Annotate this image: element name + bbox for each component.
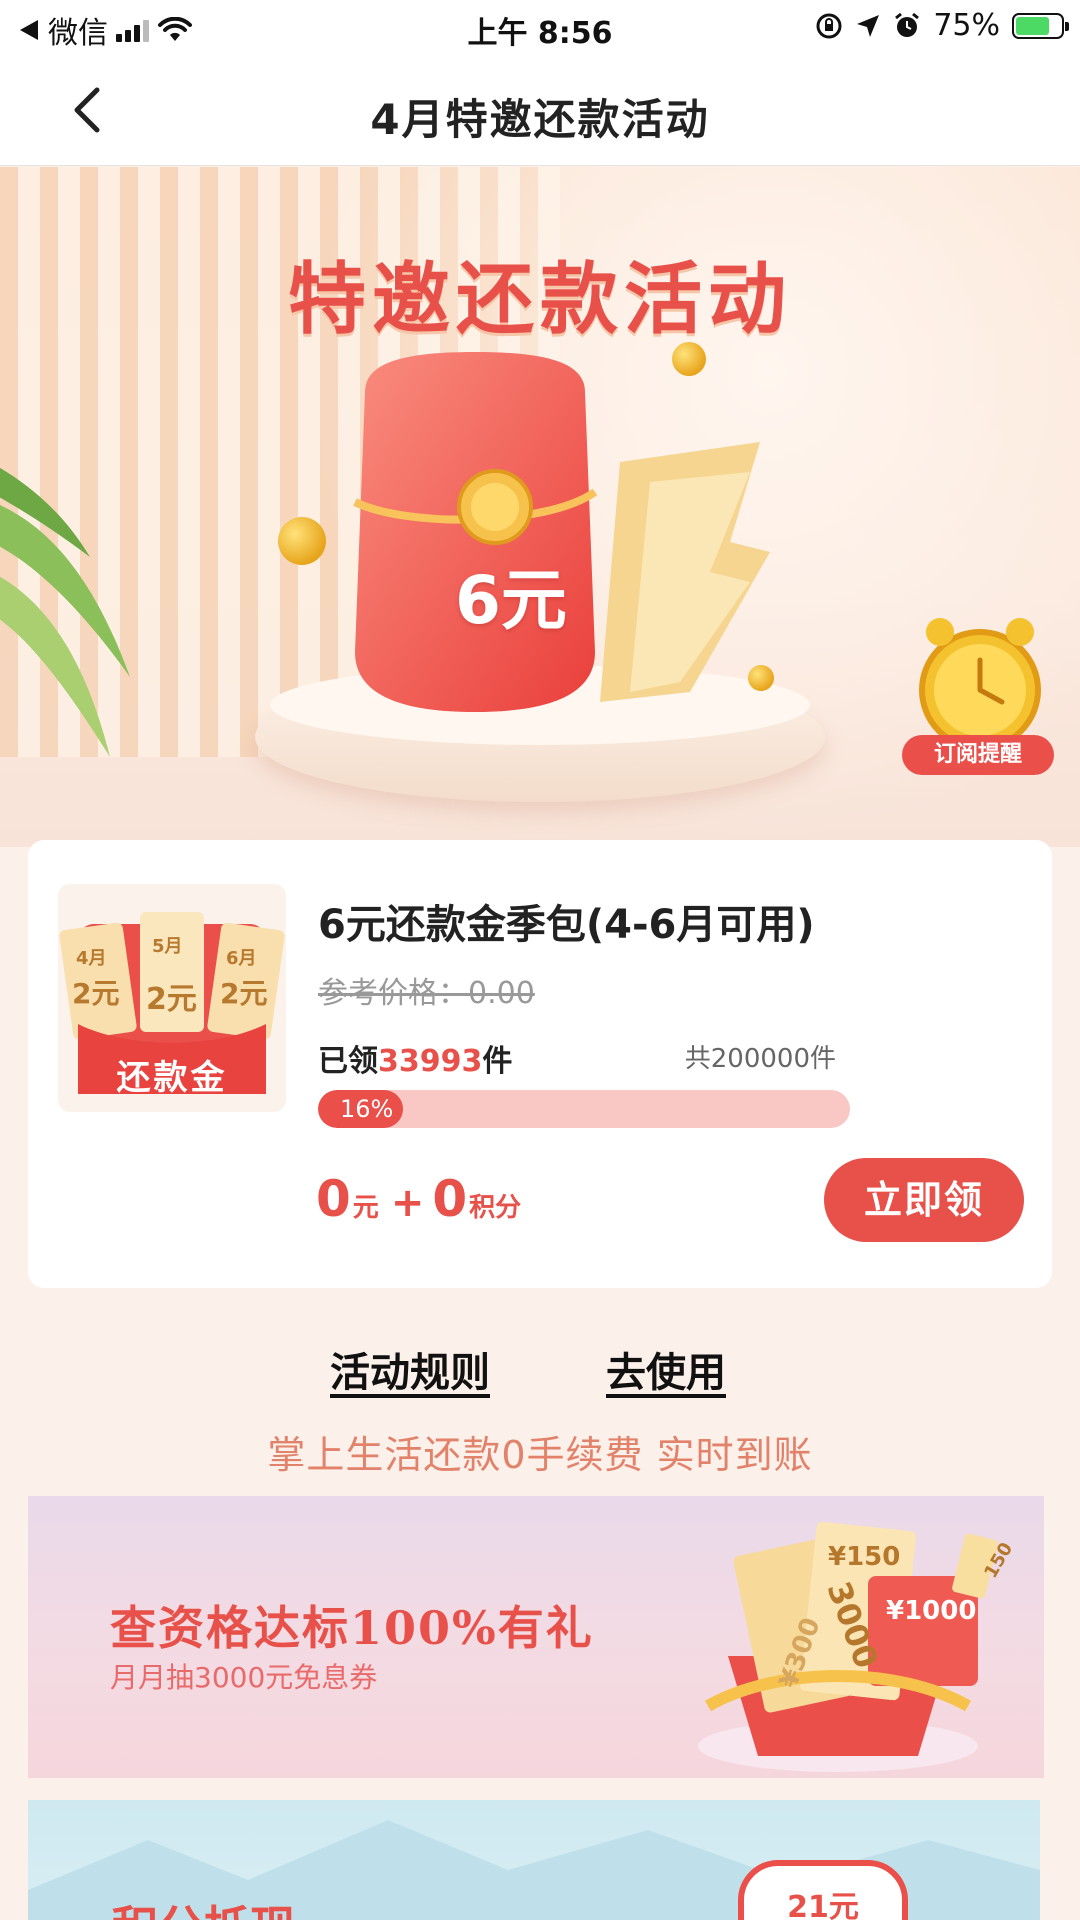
claim-now-button[interactable]: 立即领 — [824, 1158, 1024, 1242]
price-row: 0 元 + 0 积分 — [316, 1170, 521, 1228]
status-right: 75% — [815, 8, 1069, 43]
coupon-value-1000: ¥1000 — [886, 1596, 977, 1626]
reference-price: 参考价格：0.00 — [318, 976, 535, 1011]
total-count: 共200000件 — [684, 1044, 836, 1074]
banner1-title: 查资格达标100%有礼 — [110, 1601, 594, 1655]
ticket-value-3: 2元 — [220, 977, 268, 1010]
gold-coin — [672, 342, 706, 376]
banner2-title: 积分抵现 — [112, 1892, 296, 1920]
ticket-month-2: 5月 — [152, 936, 183, 957]
gold-coin — [748, 665, 774, 691]
alarm-icon — [895, 12, 920, 37]
claimed-count: 已领33993件 — [318, 1036, 512, 1080]
price-points: 0 — [432, 1170, 468, 1228]
banner1-subtitle: 月月抽3000元免息券 — [110, 1661, 378, 1694]
banner2-badge: 21元 — [738, 1860, 908, 1920]
palm-leaf-decoration — [0, 467, 130, 757]
ticket-month-3: 6月 — [226, 948, 257, 969]
claimed-suffix: 件 — [482, 1044, 513, 1079]
ticket-value-2: 2元 — [146, 982, 197, 1017]
ticket-month-1: 4月 — [76, 948, 107, 969]
red-envelope-icon — [353, 352, 598, 712]
hero-banner: 特邀还款活动 6元 订阅提醒 — [0, 167, 1080, 847]
product-card: 4月 5月 6月 2元 2元 2元 还款金 6元还款金季包(4-6月可用) 参考… — [28, 840, 1052, 1288]
battery-percent: 75% — [933, 8, 1000, 43]
coupon-value-150: ¥150 — [828, 1542, 901, 1572]
envelope-amount: 6元 — [455, 562, 567, 639]
alarm-clock-decoration — [919, 618, 1041, 751]
claim-progress-bar: 16% — [318, 1090, 850, 1128]
subscribe-reminder-button[interactable]: 订阅提醒 — [902, 735, 1054, 775]
gold-coin — [278, 517, 326, 565]
points-cashback-banner[interactable]: 积分抵现 21元 — [28, 1800, 1040, 1920]
activity-rules-link[interactable]: 活动规则 — [330, 1340, 490, 1398]
page-title: 4月特邀还款活动 — [370, 95, 710, 144]
price-points-unit: 积分 — [469, 1193, 522, 1223]
tagline: 掌上生活还款0手续费 实时到账 — [267, 1433, 813, 1477]
product-thumbnail: 4月 5月 6月 2元 2元 2元 还款金 — [58, 884, 286, 1112]
location-icon — [857, 14, 880, 37]
price-plus: + — [390, 1180, 425, 1226]
status-bar: 微信 上午 8:56 75% — [0, 0, 1080, 54]
claimed-number: 33993 — [378, 1044, 483, 1079]
hero-title: 特邀还款活动 — [287, 255, 792, 345]
price-cash: 0 — [316, 1170, 351, 1228]
battery-icon — [1012, 12, 1069, 39]
battery-fill — [1016, 16, 1049, 35]
progress-fill: 16% — [318, 1090, 404, 1128]
price-cash-unit: 元 — [352, 1193, 379, 1223]
claimed-prefix: 已领 — [318, 1044, 378, 1079]
ticket-value-1: 2元 — [72, 977, 120, 1010]
nav-bar: 4月特邀还款活动 — [0, 54, 1080, 166]
qualification-banner[interactable]: 查资格达标100%有礼 月月抽3000元免息券 ¥150 3000 ¥1000 … — [28, 1496, 1044, 1778]
product-title: 6元还款金季包(4-6月可用) — [318, 902, 815, 948]
thumb-label: 还款金 — [116, 1058, 228, 1098]
go-use-link[interactable]: 去使用 — [606, 1340, 726, 1398]
rotation-lock-icon — [816, 13, 842, 38]
